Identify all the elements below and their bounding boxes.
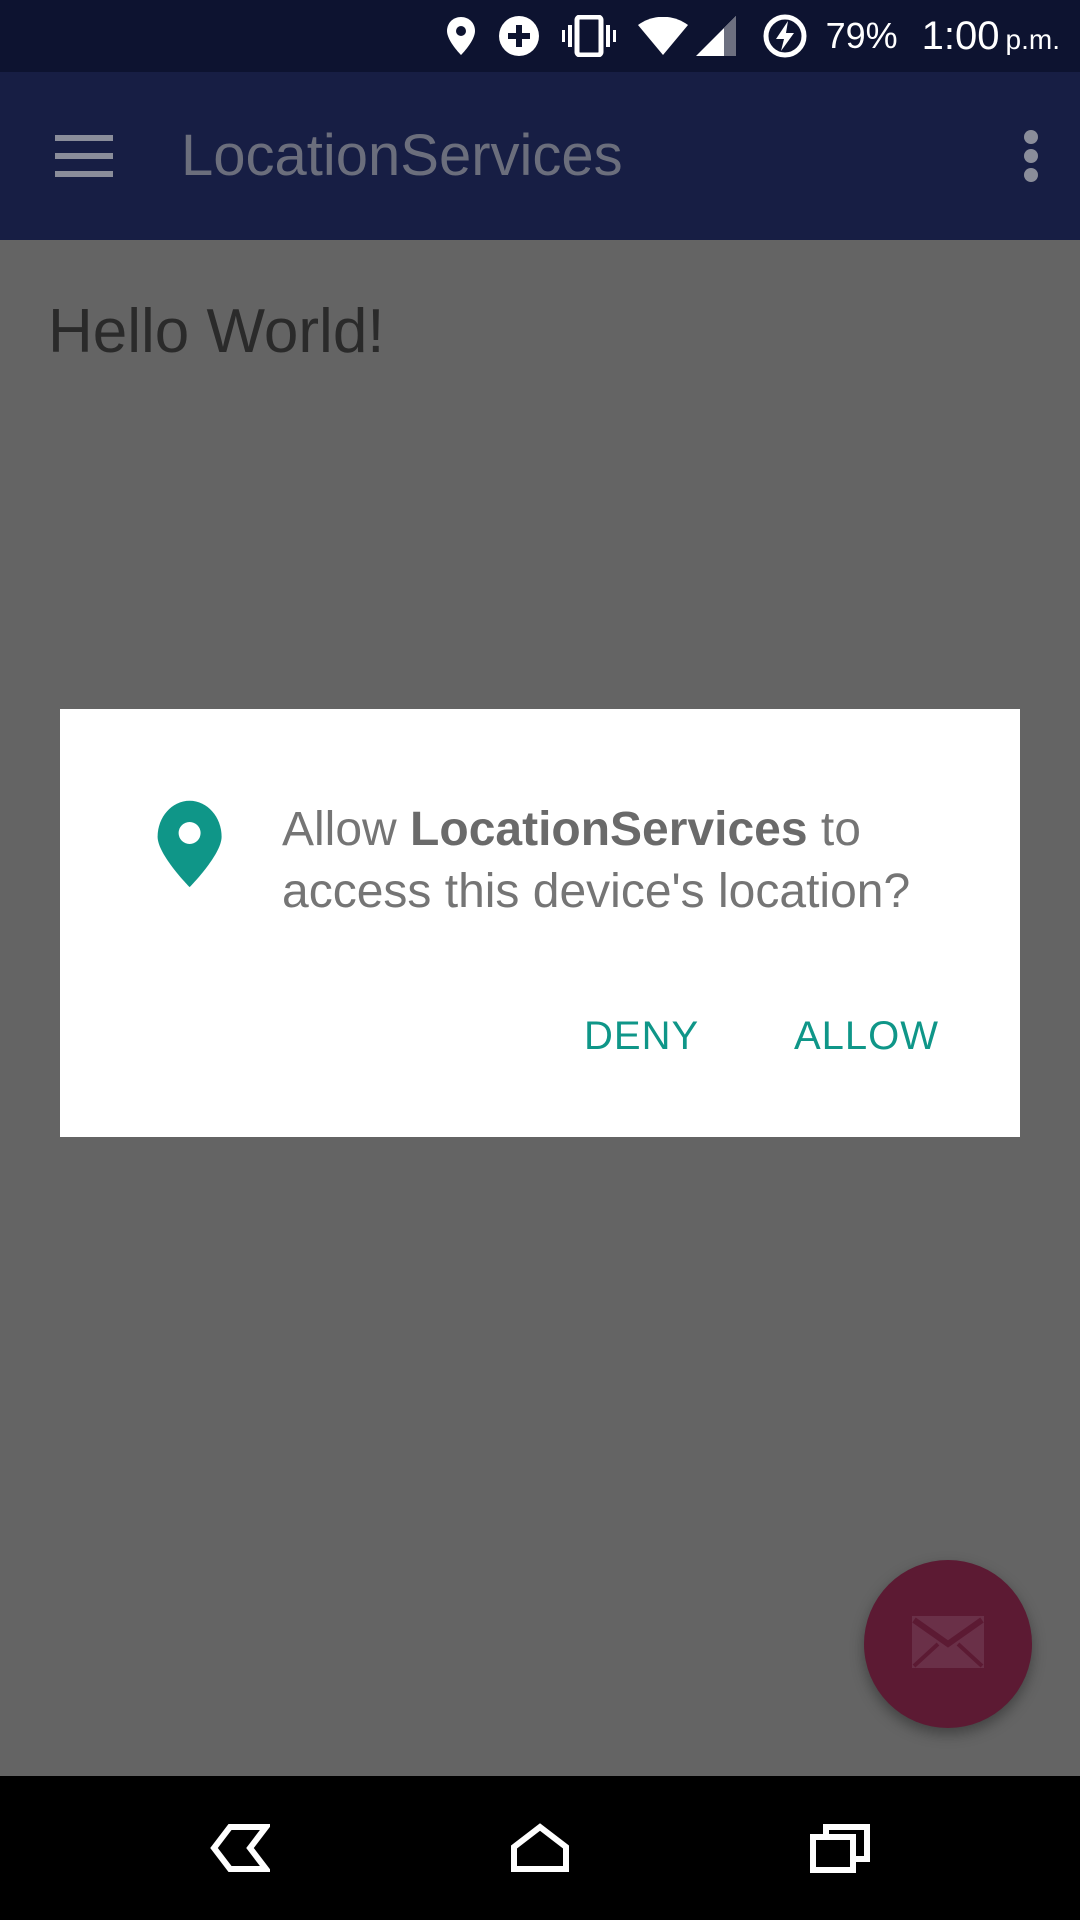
clock-time: 1:00 — [921, 13, 1000, 58]
status-bar: 79% 1:00 p.m. — [0, 0, 1080, 72]
location-pin-icon — [148, 799, 232, 899]
vibrate-icon — [561, 15, 616, 57]
allow-button[interactable]: ALLOW — [794, 1014, 939, 1059]
more-vert-icon[interactable] — [1024, 130, 1040, 182]
hello-text: Hello World! — [48, 297, 385, 366]
app-bar: LocationServices — [0, 72, 1080, 240]
data-saver-icon — [498, 15, 540, 57]
signal-icon — [695, 16, 736, 56]
recents-icon[interactable] — [804, 1812, 876, 1884]
wifi-icon — [637, 17, 688, 55]
clock-ampm: p.m. — [1005, 23, 1060, 55]
location-icon — [446, 16, 476, 56]
screen: 79% 1:00 p.m. LocationServices Hello Worl… — [0, 0, 1080, 1920]
permission-dialog: Allow LocationServices to access this de… — [60, 709, 1020, 1137]
deny-button[interactable]: DENY — [584, 1014, 699, 1059]
back-icon[interactable] — [204, 1812, 276, 1884]
battery-percent: 79% — [825, 15, 898, 56]
dialog-message: Allow LocationServices to access this de… — [282, 799, 982, 923]
dialog-message-prefix: Allow — [282, 803, 411, 856]
battery-charging-icon — [762, 13, 808, 59]
status-icons: 79% 1:00 p.m. — [424, 0, 1060, 72]
hamburger-menu-icon[interactable] — [55, 135, 113, 177]
mail-fab-button[interactable] — [864, 1560, 1032, 1728]
dialog-message-app: LocationServices — [410, 803, 808, 856]
clock: 1:00 p.m. — [922, 14, 1060, 59]
app-title: LocationServices — [181, 123, 623, 188]
mail-icon — [910, 1614, 986, 1675]
home-icon[interactable] — [504, 1812, 576, 1884]
navigation-bar — [0, 1776, 1080, 1920]
